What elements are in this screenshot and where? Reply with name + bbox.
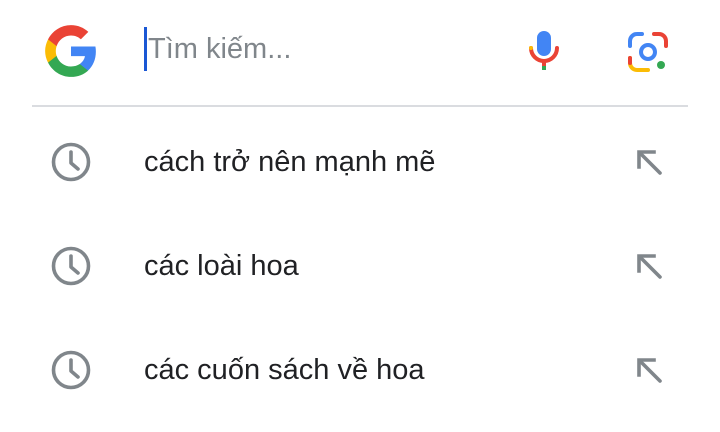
text-caret <box>144 27 147 71</box>
clock-history-icon <box>51 142 91 182</box>
suggestion-text: các loài hoa <box>144 249 299 282</box>
search-input[interactable]: Tìm kiếm... <box>144 26 291 72</box>
search-bar: Tìm kiếm... <box>0 0 720 100</box>
suggestion-item[interactable]: các cuốn sách về hoa <box>0 318 720 422</box>
suggestion-text: các cuốn sách về hoa <box>144 353 425 386</box>
arrow-up-left-icon[interactable] <box>634 251 664 281</box>
arrow-up-left-icon[interactable] <box>634 147 664 177</box>
clock-history-icon <box>51 350 91 390</box>
arrow-up-left-icon[interactable] <box>634 355 664 385</box>
search-screen: Tìm kiếm... cách trở nên mạnh mẽ các loà… <box>0 0 720 432</box>
search-placeholder: Tìm kiếm... <box>148 32 292 65</box>
google-lens-icon[interactable] <box>626 30 670 74</box>
suggestion-item[interactable]: các loài hoa <box>0 214 720 318</box>
search-divider <box>32 105 688 107</box>
suggestion-text: cách trở nên mạnh mẽ <box>144 145 436 178</box>
suggestion-item[interactable]: cách trở nên mạnh mẽ <box>0 110 720 214</box>
clock-history-icon <box>51 246 91 286</box>
google-logo-icon <box>45 25 96 77</box>
microphone-icon[interactable] <box>526 28 562 74</box>
